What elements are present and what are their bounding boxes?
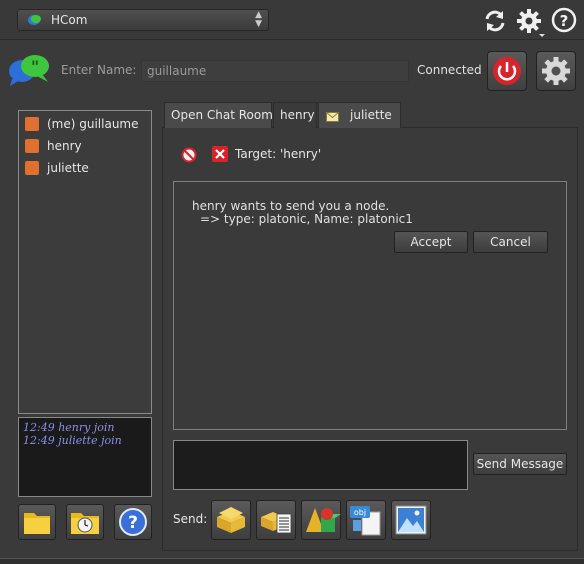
message-input[interactable] <box>173 440 468 490</box>
user-name: (me) guillaume <box>47 117 139 131</box>
user-icon <box>25 117 39 131</box>
open-folder-button[interactable] <box>18 504 56 540</box>
envelope-icon <box>326 111 339 125</box>
panel-selector-label: HCom <box>51 13 88 27</box>
name-label: Enter Name: <box>61 63 137 77</box>
folder-icon <box>24 513 50 534</box>
help-icon: ? <box>119 508 147 536</box>
help-button[interactable]: ? <box>114 504 152 540</box>
svg-text:?: ? <box>128 513 138 533</box>
send-node-list-button[interactable] <box>256 500 296 540</box>
user-list: (me) guillaume henry juliette <box>18 110 152 414</box>
close-target-icon[interactable] <box>212 146 228 162</box>
refresh-icon[interactable] <box>481 7 509 35</box>
box-list-icon <box>261 512 292 534</box>
gear-menu-icon[interactable] <box>515 6 547 38</box>
shapes-icon <box>306 508 341 532</box>
tab-label: Open Chat Room <box>171 108 273 122</box>
tab-juliette[interactable]: juliette <box>318 102 401 128</box>
gear-icon <box>542 57 570 85</box>
node-offer-message: henry wants to send you a node. <box>192 199 390 213</box>
disconnect-button[interactable] <box>487 51 527 91</box>
no-entry-icon[interactable] <box>181 147 197 163</box>
obj-file-icon: obj <box>350 506 381 536</box>
accept-button[interactable]: Accept <box>394 231 468 253</box>
svg-text:": " <box>31 57 39 76</box>
user-name: juliette <box>47 161 89 175</box>
image-icon <box>395 505 427 535</box>
log-line: 12:49 henry join <box>23 421 115 434</box>
tab-label: henry <box>280 108 315 122</box>
svg-text:obj: obj <box>354 508 366 517</box>
folder-clock-icon <box>71 513 99 534</box>
hcom-icon <box>28 14 42 29</box>
chat-logo-icon: " <box>8 53 52 87</box>
settings-button[interactable] <box>536 51 576 91</box>
user-icon <box>25 161 39 175</box>
panel-selector[interactable]: HCom ▲ ▼ <box>17 9 269 31</box>
history-folder-button[interactable] <box>66 504 104 540</box>
send-node-button[interactable] <box>211 500 251 540</box>
help-icon[interactable]: ? <box>551 7 577 33</box>
send-label: Send: <box>173 512 208 526</box>
bottom-status-bar <box>0 558 584 564</box>
tab-open-chat-room[interactable]: Open Chat Room <box>164 102 273 128</box>
connection-status: Connected <box>417 63 482 77</box>
tab-label: juliette <box>350 108 392 122</box>
event-log: 12:49 henry join 12:49 juliette join <box>18 417 152 497</box>
name-input[interactable] <box>141 60 409 82</box>
user-icon <box>25 139 39 153</box>
tab-henry[interactable]: henry <box>273 102 317 128</box>
node-offer-details: => type: platonic, Name: platonic1 <box>200 212 413 226</box>
updown-arrows-icon: ▲ ▼ <box>255 10 262 29</box>
svg-text:?: ? <box>560 12 569 30</box>
user-name: henry <box>47 139 82 153</box>
target-label: Target: 'henry' <box>235 147 322 161</box>
send-image-button[interactable] <box>391 500 431 540</box>
cancel-button[interactable]: Cancel <box>473 231 548 253</box>
send-message-button[interactable]: Send Message <box>473 453 567 475</box>
send-obj-button[interactable]: obj <box>346 500 386 540</box>
box-icon <box>217 507 245 533</box>
send-shapes-button[interactable] <box>301 500 341 540</box>
log-line: 12:49 juliette join <box>23 434 122 447</box>
